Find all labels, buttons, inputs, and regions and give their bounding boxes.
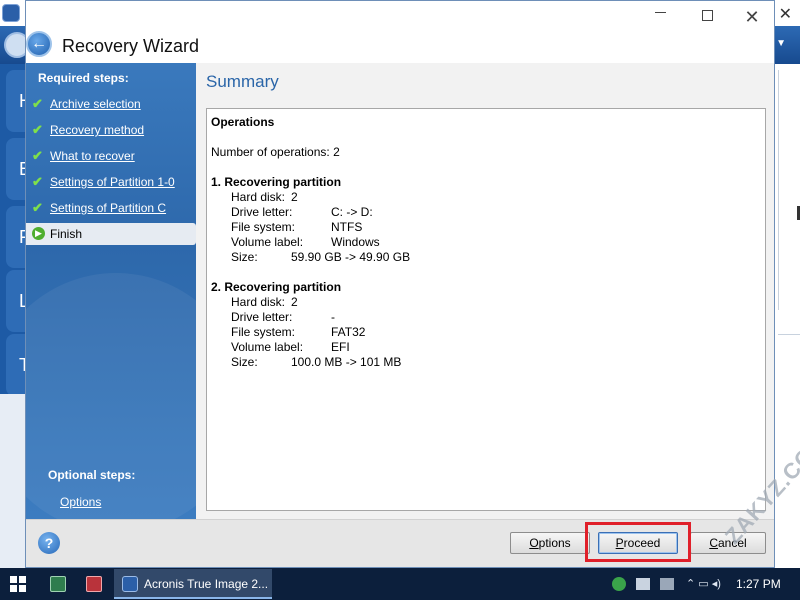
file-system-row: File system: FAT32 (211, 325, 761, 340)
background-sidebar: H E F L T (0, 64, 25, 396)
step-finish[interactable]: ▶ Finish (26, 223, 196, 245)
step-label[interactable]: Settings of Partition C (50, 201, 166, 215)
sidebar-tile[interactable]: T (6, 334, 25, 396)
proceed-highlight-box (585, 522, 691, 562)
partition-operation: 1. Recovering partition Hard disk: 2 Dri… (211, 175, 761, 265)
device-icon[interactable] (660, 578, 674, 590)
dialog-title: Recovery Wizard (62, 36, 200, 56)
field-value: 59.90 GB -> 49.90 GB (291, 250, 411, 264)
step-label[interactable]: Archive selection (50, 97, 141, 111)
partition-heading: 2. Recovering partition (211, 280, 342, 294)
field-value: FAT32 (331, 325, 366, 339)
taskbar-app-acronis[interactable]: Acronis True Image 2... (114, 569, 272, 599)
taskbar: Acronis True Image 2... ⌃ ▭ ◂) 1:27 PM (0, 568, 800, 600)
back-arrow-icon[interactable]: ← (26, 31, 52, 57)
taskbar-clock[interactable]: 1:27 PM (736, 577, 781, 591)
step-label[interactable]: Recovery method (50, 123, 144, 137)
field-value: 100.0 MB -> 101 MB (291, 355, 402, 369)
windows-start-icon[interactable] (10, 576, 26, 592)
field-value: 2 (291, 190, 298, 204)
size-row: Size: 59.90 GB -> 49.90 GB (211, 250, 761, 265)
step-label: Finish (50, 227, 83, 241)
volume-label-row: Volume label: Windows (211, 235, 761, 250)
field-label: Drive letter: (231, 205, 293, 219)
recovery-wizard-dialog: ← Recovery Wizard ✕ Required steps: ✔ Ar… (25, 0, 775, 568)
checkmark-icon: ✔ (32, 148, 43, 163)
checkmark-icon: ✔ (32, 122, 43, 137)
step-what-to-recover[interactable]: ✔ What to recover (26, 145, 196, 167)
field-label: Hard disk: (231, 295, 286, 309)
close-icon[interactable]: ✕ (779, 4, 792, 24)
acronis-app-icon (122, 576, 138, 592)
step-archive-selection[interactable]: ✔ Archive selection (26, 93, 196, 115)
wizard-steps-pane: Required steps: ✔ Archive selection ✔ Re… (26, 63, 196, 519)
access-key: O (529, 536, 539, 550)
sidebar-tile[interactable]: E (6, 138, 25, 200)
field-label: Volume label: (231, 235, 304, 249)
maximize-icon[interactable] (696, 7, 718, 27)
system-tray-icons[interactable]: ⌃ ▭ ◂) (686, 577, 721, 590)
sidebar-tile[interactable]: F (6, 206, 25, 268)
operations-count: Number of operations: 2 (211, 145, 340, 159)
network-icon[interactable] (636, 578, 650, 590)
decorative-wave (26, 273, 196, 519)
pinned-app-icon[interactable] (50, 576, 66, 592)
checkmark-icon: ✔ (32, 174, 43, 189)
step-settings-partition-1-0[interactable]: ✔ Settings of Partition 1-0 (26, 171, 196, 193)
step-settings-partition-c[interactable]: ✔ Settings of Partition C (26, 197, 196, 219)
background-panel (0, 394, 25, 568)
field-value: C: -> D: (331, 205, 373, 219)
checkmark-icon: ✔ (32, 96, 43, 111)
step-options-link[interactable]: Options (60, 495, 101, 509)
operations-heading: Operations (211, 115, 275, 129)
field-label: Drive letter: (231, 310, 293, 324)
field-value: EFI (331, 340, 350, 354)
file-system-row: File system: NTFS (211, 220, 761, 235)
chevron-down-icon[interactable]: ▼ (776, 38, 786, 49)
size-row: Size: 100.0 MB -> 101 MB (211, 355, 761, 370)
acronis-app-icon (2, 4, 20, 22)
help-icon[interactable]: ? (38, 532, 60, 554)
page-title: Summary (206, 72, 279, 91)
step-recovery-method[interactable]: ✔ Recovery method (26, 119, 196, 141)
divider (778, 334, 800, 335)
drive-letter-row: Drive letter: C: -> D: (211, 205, 761, 220)
checkmark-icon: ✔ (32, 200, 43, 215)
drive-letter-row: Drive letter: - (211, 310, 761, 325)
field-label: File system: (231, 325, 296, 339)
close-icon[interactable]: ✕ (741, 7, 763, 27)
access-key: C (709, 536, 718, 550)
hard-disk-row: Hard disk: 2 (211, 295, 761, 310)
sidebar-tile[interactable]: L (6, 270, 25, 332)
button-label: ptions (538, 536, 571, 550)
divider (778, 70, 779, 310)
field-label: File system: (231, 220, 296, 234)
summary-panel: Operations Number of operations: 2 1. Re… (206, 108, 766, 511)
field-label: Hard disk: (231, 190, 286, 204)
partition-operation: 2. Recovering partition Hard disk: 2 Dri… (211, 280, 761, 370)
step-label[interactable]: Settings of Partition 1-0 (50, 175, 175, 189)
pinned-app-icon[interactable] (86, 576, 102, 592)
taskbar-app-label: Acronis True Image 2... (144, 577, 269, 591)
field-value: NTFS (331, 220, 363, 234)
field-label: Size: (231, 355, 258, 369)
step-label[interactable]: What to recover (50, 149, 135, 163)
field-label: Size: (231, 250, 258, 264)
field-value: - (331, 310, 335, 324)
required-steps-heading: Required steps: (38, 71, 129, 85)
sidebar-tile[interactable]: H (6, 70, 25, 132)
optional-steps-heading: Optional steps: (48, 468, 136, 482)
volume-label-row: Volume label: EFI (211, 340, 761, 355)
field-label: Volume label: (231, 340, 304, 354)
minimize-icon[interactable] (649, 7, 671, 27)
options-button[interactable]: Options (510, 532, 590, 554)
field-value: 2 (291, 295, 298, 309)
green-arrow-icon: ▶ (32, 227, 45, 240)
partition-heading: 1. Recovering partition (211, 175, 342, 189)
dialog-titlebar: ← Recovery Wizard ✕ (26, 1, 774, 63)
hard-disk-row: Hard disk: 2 (211, 190, 761, 205)
field-value: Windows (331, 235, 380, 249)
play-icon[interactable] (612, 577, 626, 591)
